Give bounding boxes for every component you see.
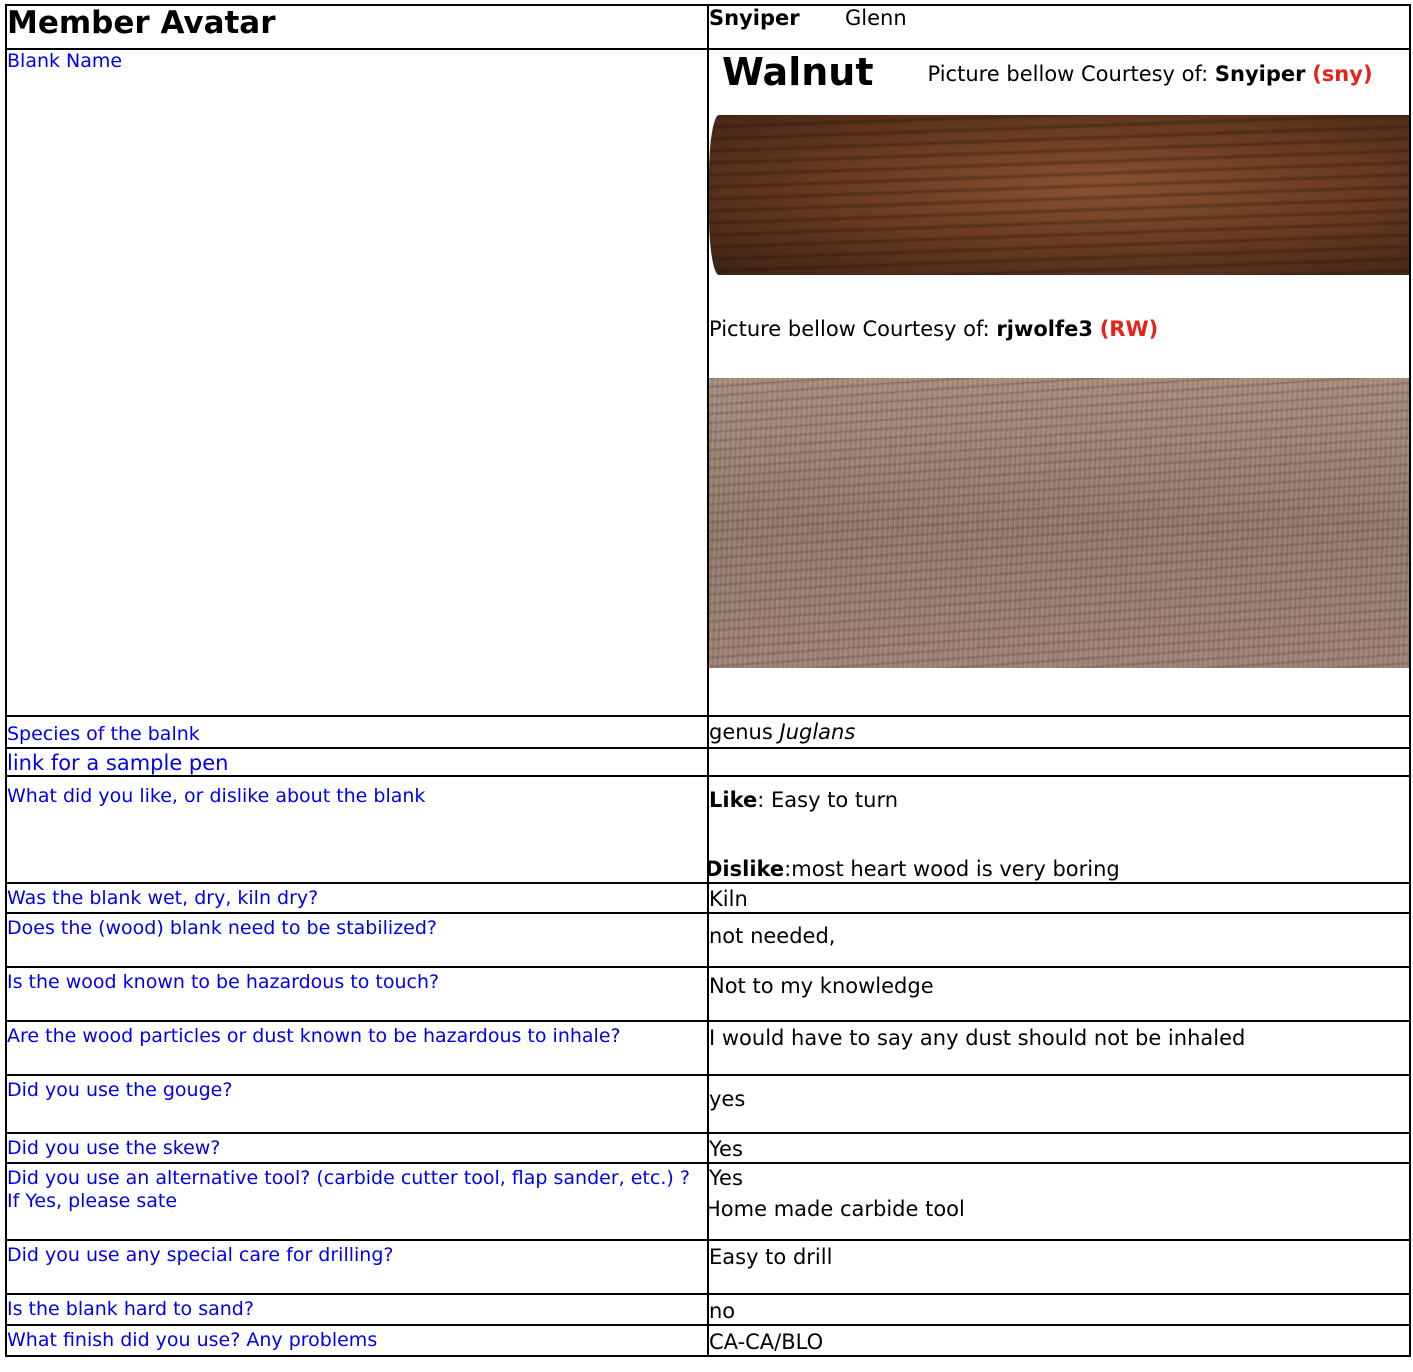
drilling-row: Did you use any special care for drillin…	[5, 1239, 1411, 1295]
stabilized-row: Does the (wood) blank need to be stabili…	[5, 912, 1411, 968]
gouge-question: Did you use the gouge?	[5, 1074, 709, 1134]
sample-pen-row: link for a sample pen	[5, 747, 1411, 777]
species-answer: genus Juglans	[707, 715, 1411, 749]
picture2-prefix: Picture bellow Courtesy of:	[709, 317, 997, 341]
member-info: Snyiper Glenn	[707, 4, 1411, 50]
like-label: Like	[709, 788, 758, 812]
skew-row: Did you use the skew? Yes	[5, 1132, 1411, 1164]
species-row: Species of the balnk genus Juglans	[5, 715, 1411, 749]
like-row: What did you like, or dislike about the …	[5, 775, 1411, 884]
like-answer: Like: Easy to turn Dislike:most heart wo…	[707, 775, 1411, 884]
blank-name-cell: Walnut Picture bellow Courtesy of: Snyipe…	[707, 48, 1411, 717]
sand-row: Is the blank hard to sand? no	[5, 1293, 1411, 1326]
walnut-pen-photo	[710, 115, 1408, 275]
gouge-answer: yes	[707, 1074, 1411, 1134]
sample-pen-answer	[707, 747, 1411, 777]
finish-answer: CA-CA/BLO	[707, 1324, 1411, 1357]
species-genus: Juglans	[779, 720, 856, 744]
alt-tool-answer: Yes Home made carbide tool	[707, 1162, 1411, 1241]
like-line: Like: Easy to turn	[709, 788, 1408, 813]
picture1-courtesy: Picture bellow Courtesy of: Snyiper (sny…	[928, 62, 1373, 86]
like-question: What did you like, or dislike about the …	[5, 775, 709, 884]
alt-tool-yes: Yes	[709, 1166, 743, 1190]
sample-pen-link[interactable]: link for a sample pen	[5, 747, 709, 777]
blank-name-row: Blank Name Walnut Picture bellow Courtesy…	[5, 48, 1411, 717]
touch-row: Is the wood known to be hazardous to tou…	[5, 966, 1411, 1022]
alt-tool-detail: Home made carbide tool	[708, 1197, 965, 1221]
alt-tool-question: Did you use an alternative tool? (carbid…	[5, 1162, 709, 1241]
alt-tool-row: Did you use an alternative tool? (carbid…	[5, 1162, 1411, 1241]
wet-row: Was the blank wet, dry, kiln dry? Kiln	[5, 882, 1411, 914]
stabilized-answer: not needed,	[707, 912, 1411, 968]
picture1-member: Snyiper	[1214, 62, 1306, 86]
sand-answer: no	[707, 1293, 1411, 1326]
drilling-answer: Easy to drill	[707, 1239, 1411, 1295]
picture1-tag: (sny)	[1312, 62, 1373, 86]
skew-answer: Yes	[707, 1132, 1411, 1164]
finish-row: What finish did you use? Any problems CA…	[5, 1324, 1411, 1357]
member-realname: Glenn	[845, 6, 907, 30]
walnut-grain-photo	[710, 378, 1408, 668]
stabilized-question: Does the (wood) blank need to be stabili…	[5, 912, 709, 968]
picture1-prefix: Picture bellow Courtesy of:	[927, 62, 1215, 86]
touch-question: Is the wood known to be hazardous to tou…	[5, 966, 709, 1022]
member-avatar-heading: Member Avatar	[5, 4, 709, 50]
picture2-courtesy: Picture bellow Courtesy of: rjwolfe3 (RW…	[709, 317, 1408, 342]
like-text: : Easy to turn	[757, 788, 899, 812]
drilling-question: Did you use any special care for drillin…	[5, 1239, 709, 1295]
skew-question: Did you use the skew?	[5, 1132, 709, 1164]
gouge-row: Did you use the gouge? yes	[5, 1074, 1411, 1134]
wet-question: Was the blank wet, dry, kiln dry?	[5, 882, 709, 914]
species-prefix: genus	[709, 720, 780, 744]
blank-name-label: Blank Name	[5, 48, 709, 717]
finish-question: What finish did you use? Any problems	[5, 1324, 709, 1357]
member-username: Snyiper	[709, 6, 800, 30]
inhale-question: Are the wood particles or dust known to …	[5, 1020, 709, 1076]
species-question: Species of the balnk	[5, 715, 709, 749]
blank-review-table: Member Avatar Snyiper Glenn Blank Name Wa…	[5, 4, 1411, 1357]
dislike-text: :most heart wood is very boring	[784, 857, 1120, 881]
inhale-row: Are the wood particles or dust known to …	[5, 1020, 1411, 1076]
touch-answer: Not to my knowledge	[707, 966, 1411, 1022]
picture2-member: rjwolfe3	[996, 317, 1093, 341]
picture2-tag: (RW)	[1099, 317, 1159, 341]
blank-title: Walnut	[722, 50, 874, 94]
sand-question: Is the blank hard to sand?	[5, 1293, 709, 1326]
dislike-line: Dislike:most heart wood is very boring	[708, 857, 1408, 881]
inhale-answer: I would have to say any dust should not …	[707, 1020, 1411, 1076]
wet-answer: Kiln	[707, 882, 1411, 914]
header-row: Member Avatar Snyiper Glenn	[5, 4, 1411, 50]
dislike-label: Dislike	[708, 857, 785, 881]
